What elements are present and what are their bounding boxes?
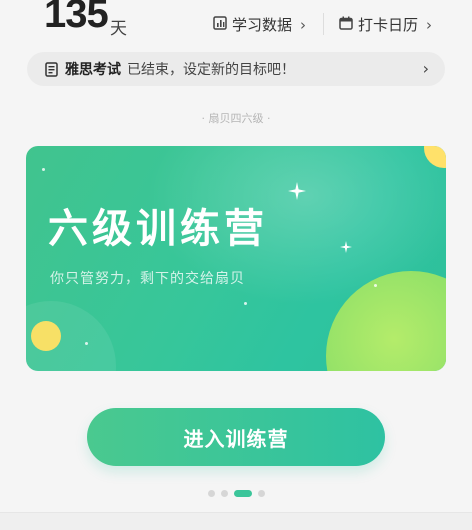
checkin-calendar-label: 打卡日历 [358,16,419,34]
sparkle-icon [288,182,306,204]
enter-training-camp-button[interactable]: 进入训练营 [87,408,385,466]
banner-subtitle: 你只管努力，剩下的交给扇贝 [50,271,245,287]
chevron-right-icon: › [422,59,429,78]
pagination-dot[interactable] [257,489,265,497]
banner-decoration [42,168,45,171]
stats-row: 135 天 学习数据 › 打卡日历 › [0,0,472,44]
exam-notice-banner[interactable]: 雅思考试 已结束，设定新的目标吧！ › [27,52,445,86]
training-camp-banner[interactable]: 六级训练营 你只管努力，剩下的交给扇贝 [26,146,446,371]
banner-decoration [374,284,377,287]
divider [323,13,324,35]
sparkle-icon [340,238,352,257]
document-icon [45,61,59,77]
bottom-bar [0,512,472,530]
chevron-right-icon: › [300,15,307,34]
banner-decoration [244,302,247,305]
pagination-dot[interactable] [233,489,252,497]
days-unit: 天 [110,19,127,39]
study-data-label: 学习数据 [232,16,293,34]
days-count: 135 [44,0,109,36]
pagination-dot[interactable] [220,489,228,497]
banner-title: 六级训练营 [48,206,268,252]
banner-decoration [31,321,61,351]
study-data-link[interactable]: 学习数据 › [213,14,306,35]
checkin-calendar-link[interactable]: 打卡日历 › [339,14,432,35]
section-caption: · 扇贝四六级 · [201,112,271,125]
banner-decoration [85,342,88,345]
chevron-right-icon: › [426,15,433,34]
chart-icon [213,15,227,34]
pagination-dot[interactable] [207,489,215,497]
calendar-icon [339,16,353,34]
carousel-pagination [0,488,472,498]
exam-name: 雅思考试 [65,62,121,78]
notice-message: 已结束，设定新的目标吧！ [127,62,295,78]
